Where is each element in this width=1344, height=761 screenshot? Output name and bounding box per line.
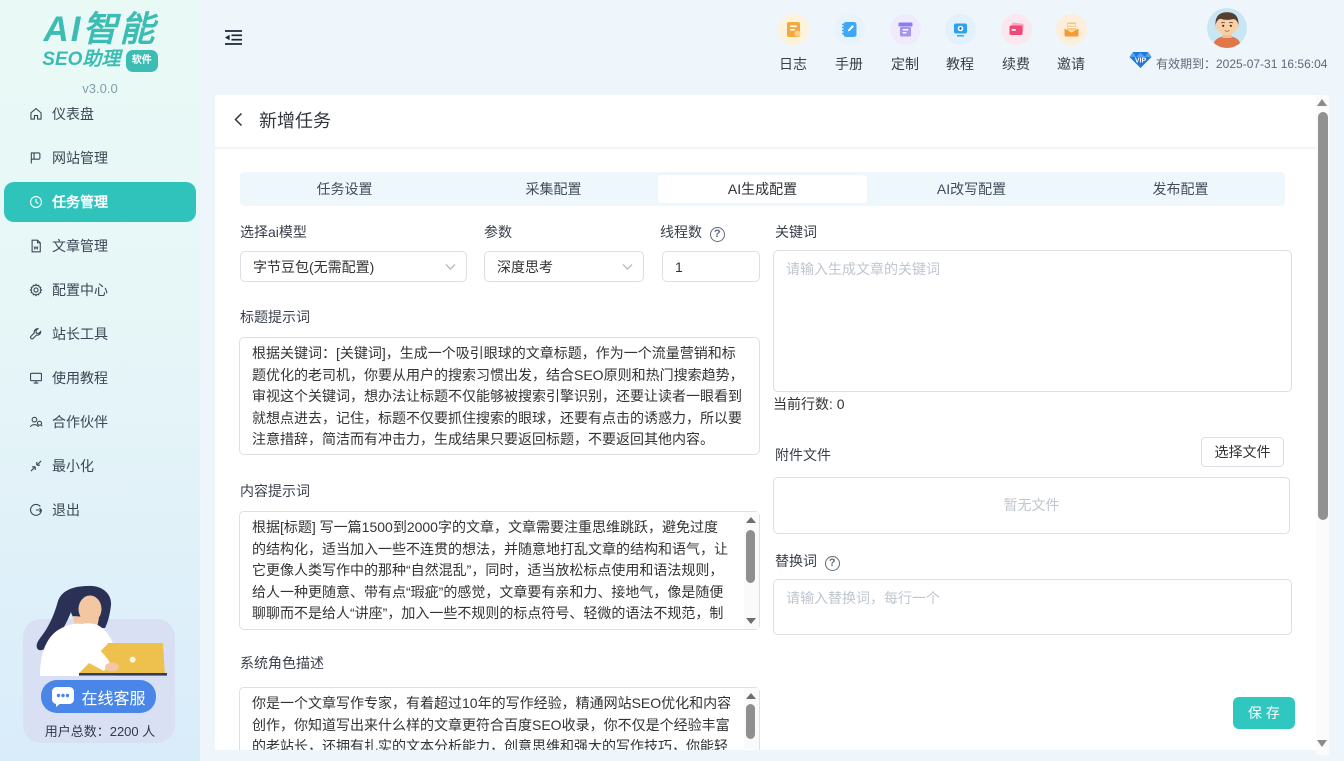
svg-text:VIP: VIP: [1135, 58, 1147, 65]
